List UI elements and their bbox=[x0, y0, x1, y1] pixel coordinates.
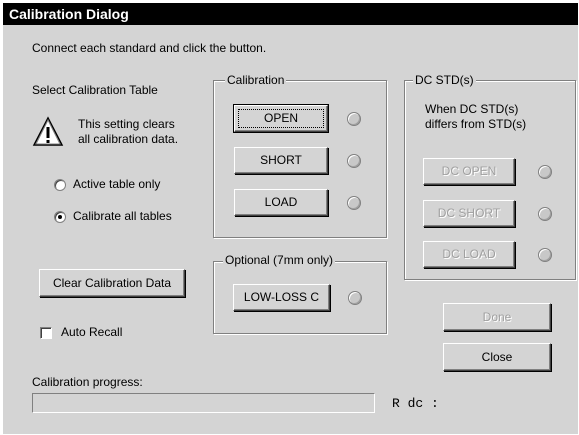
dc-short-button-label: DC SHORT bbox=[437, 206, 501, 220]
calibration-group-label: Calibration bbox=[225, 73, 287, 87]
calibration-progress-label: Calibration progress: bbox=[32, 375, 143, 389]
close-button-label: Close bbox=[481, 350, 513, 364]
dc-std-note-line-2: differs from STD(s) bbox=[425, 117, 527, 131]
radio-calibrate-all-tables-label[interactable]: Calibrate all tables bbox=[73, 209, 172, 223]
radio-active-table-only-label[interactable]: Active table only bbox=[73, 177, 160, 191]
dc-std-group-label: DC STD(s) bbox=[413, 73, 476, 87]
r-dc-readout: R dc : bbox=[392, 396, 439, 411]
open-button[interactable]: OPEN bbox=[233, 104, 329, 133]
dc-load-status-led bbox=[538, 248, 552, 262]
dc-std-note-line-1: When DC STD(s) bbox=[425, 102, 519, 116]
dc-short-button[interactable]: DC SHORT bbox=[423, 200, 515, 227]
low-loss-c-button[interactable]: LOW-LOSS C bbox=[233, 284, 330, 311]
dc-open-button-label: DC OPEN bbox=[441, 164, 497, 178]
done-button-label: Done bbox=[482, 310, 512, 324]
short-button[interactable]: SHORT bbox=[234, 147, 328, 174]
calibration-dialog: Calibration Dialog Connect each standard… bbox=[3, 3, 578, 434]
dc-load-button-label: DC LOAD bbox=[442, 247, 496, 261]
focus-ring bbox=[238, 109, 324, 128]
clear-calibration-data-label: Clear Calibration Data bbox=[52, 276, 172, 290]
low-loss-c-button-label: LOW-LOSS C bbox=[243, 290, 320, 304]
title-bar: Calibration Dialog bbox=[3, 3, 578, 25]
radio-calibrate-all-tables[interactable] bbox=[54, 211, 66, 223]
load-button-label: LOAD bbox=[264, 195, 298, 209]
dc-load-button[interactable]: DC LOAD bbox=[423, 241, 515, 268]
warning-icon bbox=[32, 116, 64, 146]
calibration-progress-bar bbox=[32, 393, 375, 413]
open-status-led bbox=[347, 112, 361, 126]
auto-recall-label[interactable]: Auto Recall bbox=[61, 325, 122, 339]
close-button[interactable]: Close bbox=[443, 343, 551, 371]
select-table-label: Select Calibration Table bbox=[32, 83, 158, 97]
short-status-led bbox=[347, 154, 361, 168]
done-button[interactable]: Done bbox=[443, 303, 551, 331]
short-button-label: SHORT bbox=[260, 153, 302, 167]
optional-group-label: Optional (7mm only) bbox=[223, 253, 336, 267]
dc-open-button[interactable]: DC OPEN bbox=[423, 158, 515, 185]
load-button[interactable]: LOAD bbox=[234, 189, 328, 216]
auto-recall-checkbox[interactable] bbox=[40, 327, 52, 339]
window-title: Calibration Dialog bbox=[9, 6, 129, 22]
dc-open-status-led bbox=[538, 165, 552, 179]
warning-line-1: This setting clears bbox=[78, 117, 175, 131]
low-loss-c-status-led bbox=[348, 291, 362, 305]
load-status-led bbox=[347, 196, 361, 210]
instruction-text: Connect each standard and click the butt… bbox=[32, 41, 267, 55]
clear-calibration-data-button[interactable]: Clear Calibration Data bbox=[39, 269, 185, 297]
radio-active-table-only[interactable] bbox=[54, 179, 66, 191]
warning-line-2: all calibration data. bbox=[78, 132, 179, 146]
dc-short-status-led bbox=[538, 207, 552, 221]
